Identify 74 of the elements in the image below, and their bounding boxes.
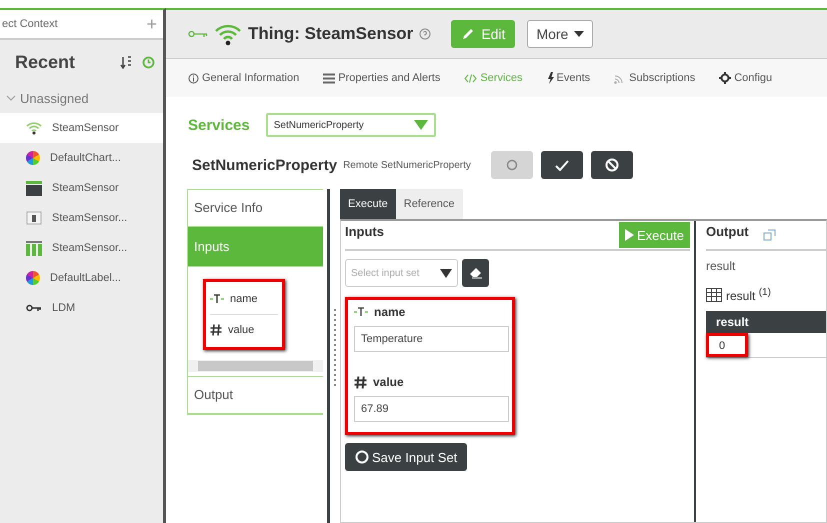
group-row[interactable]: Unassigned (0, 83, 163, 113)
media-icon (26, 211, 42, 225)
input-field[interactable]: Temperature (354, 326, 509, 352)
sidebar-item[interactable]: SteamSensor (0, 173, 163, 203)
service-dropdown[interactable]: SetNumericProperty (266, 113, 436, 137)
save-input-set-button[interactable]: Save Input Set (345, 443, 468, 471)
result-table-name: result $^{(1)}$ (726, 287, 771, 303)
field-label: value (373, 375, 404, 389)
caret-icon (440, 268, 452, 278)
number-type-icon (354, 376, 367, 388)
output-heading: Output (706, 223, 749, 239)
tab[interactable]: Reference (396, 189, 463, 219)
info-icon (188, 72, 199, 84)
chevron-icon (6, 94, 16, 102)
wifi-icon (214, 22, 242, 46)
circle-button[interactable] (490, 151, 533, 179)
key-icon (188, 30, 208, 38)
sidebar-item[interactable]: SteamSensor (0, 113, 163, 143)
sidebar-item[interactable]: DefaultLabel... (0, 263, 163, 293)
tab[interactable]: General Information (188, 72, 300, 84)
text-type-icon (210, 294, 224, 304)
columns-icon (26, 240, 42, 256)
check-icon (554, 160, 569, 170)
key-icon (26, 304, 42, 312)
input-field[interactable]: 67.89 (354, 396, 509, 422)
service-description: Remote SetNumericProperty (343, 160, 471, 170)
help-icon[interactable] (419, 28, 432, 40)
bolt-icon (546, 72, 554, 84)
text-type-icon (354, 307, 368, 317)
sidebar-item[interactable]: SteamSensor... (0, 233, 163, 263)
cancel-button[interactable] (590, 151, 633, 179)
sidebar-item[interactable]: DefaultChart... (0, 143, 163, 173)
gear-icon (719, 72, 732, 84)
confirm-button[interactable] (540, 151, 583, 179)
parameter-name[interactable]: name (230, 293, 258, 305)
sidebar-item[interactable]: SteamSensor... (0, 203, 163, 233)
circle-icon (506, 159, 518, 171)
recent-heading: Recent (15, 52, 76, 73)
tab[interactable]: Properties and Alerts (323, 72, 440, 84)
thing-title: Thing: SteamSensor (248, 24, 414, 44)
field-label: name (374, 305, 406, 319)
nav-item[interactable]: Output (188, 377, 323, 414)
list-icon (323, 72, 336, 84)
code-icon (464, 74, 478, 82)
inputs-heading: Inputs (345, 223, 384, 239)
horizontal-scrollbar[interactable] (188, 360, 323, 372)
wifi-icon (26, 121, 42, 135)
caret-icon (414, 120, 428, 130)
tab[interactable]: Execute (340, 189, 396, 219)
pencil-icon (461, 27, 476, 41)
search-field[interactable]: ect Context + (0, 10, 163, 40)
tab[interactable]: Configu (719, 72, 772, 84)
color-wheel-icon (26, 151, 40, 165)
service-name: SetNumericProperty (192, 156, 338, 174)
circle-icon (355, 450, 369, 464)
play-icon (625, 229, 634, 241)
caret-icon (574, 31, 584, 37)
eraser-icon (468, 267, 482, 279)
tab[interactable]: Subscriptions (614, 72, 696, 84)
more-button[interactable]: More (527, 20, 594, 48)
panel-icon (26, 180, 42, 196)
sort-icon[interactable] (120, 56, 132, 69)
color-wheel-icon (26, 271, 40, 285)
ban-icon (604, 158, 619, 172)
result-label: result (706, 259, 736, 273)
parameter-name[interactable]: value (228, 324, 254, 336)
table-cell: 0 (706, 333, 748, 357)
column-header: result (706, 311, 826, 333)
number-type-icon (210, 324, 222, 336)
table-icon (706, 288, 722, 302)
clear-button[interactable] (462, 259, 489, 287)
sidebar-item[interactable]: LDM (0, 293, 163, 323)
services-label: Services (188, 116, 250, 134)
tab[interactable]: Events (546, 72, 590, 84)
